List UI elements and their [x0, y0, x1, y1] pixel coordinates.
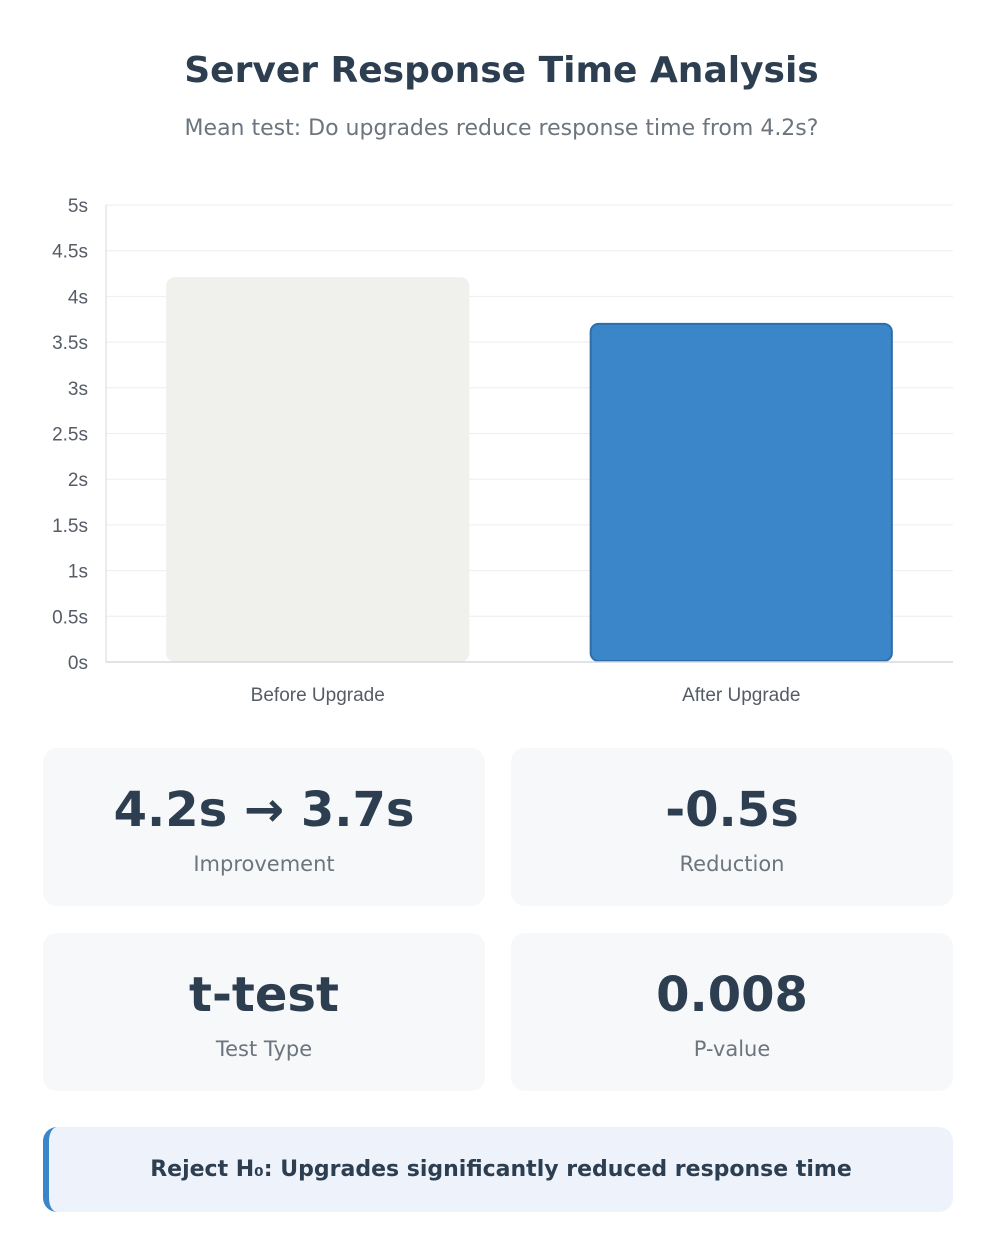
y-tick-label: 1.5s — [52, 516, 88, 537]
reduction-value: -0.5s — [665, 782, 799, 838]
bar-after-upgrade — [589, 322, 893, 662]
reduction-label: Reduction — [679, 852, 785, 876]
y-tick-label: 0s — [68, 653, 88, 674]
test-type-value: t-test — [189, 967, 339, 1023]
y-tick-label: 1s — [68, 562, 88, 583]
conclusion-banner: Reject H₀: Upgrades significantly reduce… — [43, 1127, 953, 1212]
y-tick-label: 4s — [68, 287, 88, 308]
bar-chart: 0s 0.5s 1s 1.5s 2s 2.5s 3s 3.5s 4s 4.5s 5s Before U… — [52, 196, 953, 706]
page-title: Server Response Time Analysis — [184, 50, 819, 91]
stat-card-p-value: 0.008 P-value — [511, 933, 953, 1091]
y-tick-label: 5s — [68, 196, 88, 217]
improvement-value: 4.2s → 3.7s — [113, 782, 415, 838]
y-tick-label: 2s — [68, 470, 88, 491]
stat-card-reduction: -0.5s Reduction — [511, 748, 953, 906]
x-category-label: Before Upgrade — [251, 685, 385, 706]
y-tick-label: 0.5s — [52, 607, 88, 628]
y-tick-label: 3s — [68, 379, 88, 400]
stat-card-improvement: 4.2s → 3.7s Improvement — [43, 748, 485, 906]
improvement-label: Improvement — [193, 852, 335, 876]
x-category-label: After Upgrade — [682, 685, 800, 706]
stat-card-test-type: t-test Test Type — [43, 933, 485, 1091]
p-value-value: 0.008 — [656, 967, 808, 1023]
y-tick-label: 4.5s — [52, 242, 88, 263]
page-subtitle: Mean test: Do upgrades reduce response t… — [184, 116, 819, 141]
p-value-label: P-value — [693, 1037, 771, 1061]
y-tick-label: 2.5s — [52, 425, 88, 446]
test-type-label: Test Type — [215, 1037, 313, 1061]
bar-before-upgrade — [166, 277, 470, 663]
y-tick-label: 3.5s — [52, 333, 88, 354]
